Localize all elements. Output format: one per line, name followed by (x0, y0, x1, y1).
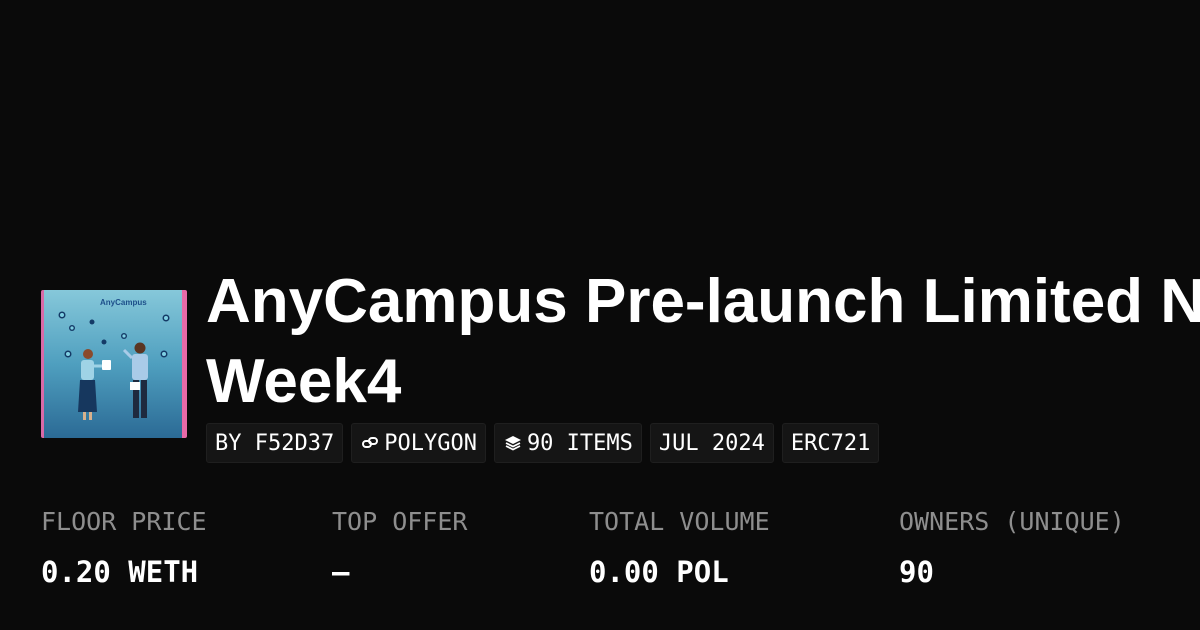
standard-badge: ERC721 (781, 423, 880, 463)
floor-price-stat: FLOOR PRICE 0.20 WETH (41, 505, 207, 589)
total-volume-label: TOTAL VOLUME (589, 507, 770, 536)
top-offer-stat: TOP OFFER — (332, 505, 467, 589)
chain-label: POLYGON (384, 430, 477, 456)
owners-stat: OWNERS (UNIQUE) 90 (899, 505, 1125, 589)
total-volume-stat: TOTAL VOLUME 0.00 POL (589, 505, 770, 589)
floor-price-label: FLOOR PRICE (41, 507, 207, 536)
standard-label: ERC721 (790, 430, 871, 456)
collection-badges: BY F52D37 POLYGON 90 ITEMS JUL 2024 ERC7… (206, 423, 880, 463)
link-icon (360, 433, 380, 453)
date-label: JUL 2024 (658, 430, 765, 456)
total-volume-value: 0.00 POL (589, 555, 729, 589)
collection-title-line2: Week4 (206, 347, 402, 416)
creator-label: BY F52D37 (215, 430, 335, 456)
items-label: 90 ITEMS (526, 430, 633, 456)
floor-price-value: 0.20 WETH (41, 555, 199, 589)
creator-badge[interactable]: BY F52D37 (206, 423, 344, 463)
owners-value: 90 (899, 555, 934, 589)
chain-badge[interactable]: POLYGON (351, 423, 486, 463)
owners-label: OWNERS (UNIQUE) (899, 507, 1125, 536)
top-offer-label: TOP OFFER (332, 507, 468, 536)
collection-title-line1: AnyCampus Pre-launch Limited NFT (206, 267, 1200, 336)
page-title: AnyCampus Pre-launch Limited NFT Week4 (206, 262, 1200, 422)
campus-illustration-icon: AnyCampus (44, 290, 182, 438)
top-offer-value: — (332, 555, 350, 589)
layers-icon (503, 433, 523, 453)
items-badge: 90 ITEMS (493, 423, 642, 463)
collection-thumbnail: AnyCampus (41, 290, 187, 438)
collection-page: AnyCampus AnyCampus Pre-launch Limited N… (0, 0, 1200, 630)
thumbnail-logo-text: AnyCampus (100, 298, 147, 307)
date-badge: JUL 2024 (649, 423, 774, 463)
